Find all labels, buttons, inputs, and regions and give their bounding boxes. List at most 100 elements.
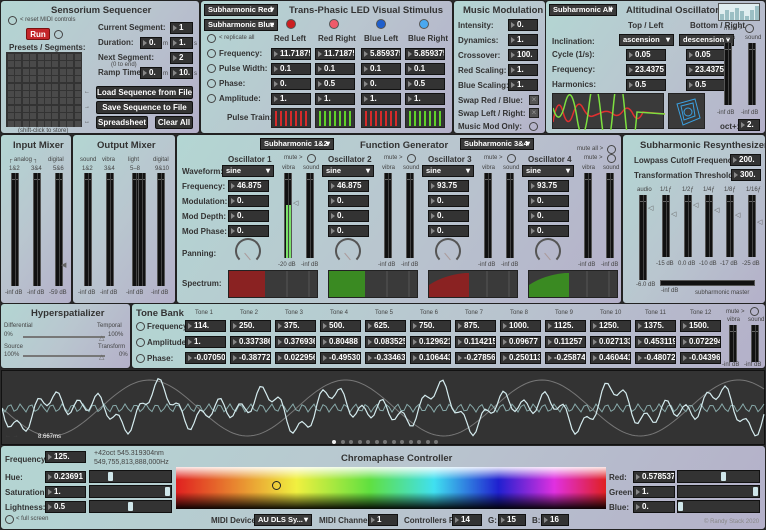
page-dot[interactable]	[383, 440, 387, 444]
tone-frequency-field[interactable]: 114.	[185, 320, 226, 332]
music-mod-field[interactable]: 1.	[508, 34, 538, 46]
waveform-dropdown[interactable]: sine	[322, 165, 374, 177]
preset-cell[interactable]	[15, 113, 22, 120]
save-sequence-button[interactable]: Save Sequence to File	[96, 101, 193, 114]
current-segment-field[interactable]: 1	[170, 22, 193, 34]
preset-cell[interactable]	[67, 76, 74, 83]
tone-frequency-field[interactable]: 250.	[230, 320, 271, 332]
tone-phase-field[interactable]: -0.480726	[635, 352, 676, 364]
panning-knob[interactable]	[435, 238, 461, 264]
swap-red-blue-checkbox[interactable]: ×	[529, 95, 539, 105]
preset-cell[interactable]	[37, 54, 44, 60]
preset-cell[interactable]	[22, 98, 29, 105]
preset-cell[interactable]	[45, 98, 51, 105]
preset-cell[interactable]	[52, 76, 59, 83]
preset-cell[interactable]	[22, 83, 29, 90]
tone-phase-field[interactable]: 0.460441	[590, 352, 631, 364]
tone-frequency-field[interactable]: 1500.	[680, 320, 721, 332]
preset-cell[interactable]	[59, 120, 66, 127]
led-value-field[interactable]: 0.1	[405, 63, 445, 75]
gain-slider-handle[interactable]: ◁	[648, 204, 653, 212]
preset-cell[interactable]	[67, 54, 74, 60]
preset-cell[interactable]	[8, 83, 14, 90]
tone-amplitude-field[interactable]: 0.337386	[230, 336, 271, 348]
gain-slider-handle[interactable]: △	[99, 334, 104, 342]
tone-amplitude-field[interactable]: 0.027133	[590, 336, 631, 348]
mod-phase-field[interactable]: 0.	[328, 225, 369, 237]
frequency-top-field[interactable]: 23.4375	[626, 64, 666, 76]
preset-cell[interactable]	[30, 105, 37, 112]
preset-cell[interactable]	[8, 54, 14, 60]
tone-amplitude-field[interactable]: 0.11257	[545, 336, 586, 348]
red-field[interactable]: 0.578537	[633, 471, 675, 483]
preset-cell[interactable]	[67, 68, 74, 75]
led-value-field[interactable]: 11.71875	[271, 48, 311, 60]
slider-thumb[interactable]	[165, 487, 170, 496]
saturation-slider[interactable]	[89, 485, 172, 498]
music-mod-field[interactable]: 100.	[508, 49, 538, 61]
mute-all-radio[interactable]	[607, 145, 616, 154]
preset-cell[interactable]	[8, 98, 14, 105]
page-dot[interactable]	[408, 440, 413, 444]
preset-cell[interactable]	[30, 91, 37, 97]
preset-cell[interactable]	[74, 91, 81, 97]
preset-cell[interactable]	[30, 120, 37, 127]
preset-cell[interactable]	[67, 105, 74, 112]
led-value-field[interactable]: 0.1	[361, 63, 401, 75]
preset-cell[interactable]	[22, 68, 29, 75]
preset-cell[interactable]	[52, 68, 59, 75]
frequency-field[interactable]: 93.75	[428, 180, 469, 192]
mod-phase-field[interactable]: 0.	[428, 225, 469, 237]
preset-cell[interactable]	[45, 113, 51, 120]
subharmonic-red-dropdown[interactable]: Subharmonic Red	[204, 4, 278, 16]
preset-cell[interactable]	[52, 83, 59, 90]
saturation-field[interactable]: 1.	[45, 486, 86, 498]
preset-cell[interactable]	[74, 120, 81, 127]
oscillator-mute-radio[interactable]	[307, 154, 316, 163]
tone-phase-field[interactable]: 0.106443	[410, 352, 451, 364]
panning-knob[interactable]	[535, 238, 561, 264]
preset-cell[interactable]	[45, 54, 51, 60]
preset-cell[interactable]	[37, 98, 44, 105]
cycle-top-field[interactable]: 0.05	[626, 49, 666, 61]
preset-cell[interactable]	[52, 91, 59, 97]
temporal-slider[interactable]: △	[23, 335, 105, 342]
preset-cell[interactable]	[22, 120, 29, 127]
mod-depth-field[interactable]: 0.	[328, 210, 369, 222]
preset-cell[interactable]	[15, 76, 22, 83]
gain-slider-handle[interactable]: ◀	[61, 261, 66, 269]
led-value-field[interactable]: 0.	[361, 78, 401, 90]
music-mod-field[interactable]: 1.	[508, 64, 538, 76]
preset-cell[interactable]	[59, 91, 66, 97]
controller-r-field[interactable]: 14	[452, 514, 482, 526]
modulation-field[interactable]: 0.	[528, 195, 569, 207]
preset-cell[interactable]	[37, 76, 44, 83]
tone-row-radio[interactable]	[136, 322, 145, 331]
page-dot[interactable]	[349, 440, 353, 444]
gain-slider-handle[interactable]: ◁	[671, 210, 676, 218]
tone-frequency-field[interactable]: 1000.	[500, 320, 541, 332]
tone-amplitude-field[interactable]: 0.114215	[455, 336, 496, 348]
preset-cell[interactable]	[30, 83, 37, 90]
frequency-bottom-field[interactable]: 23.4375	[686, 64, 726, 76]
preset-cell[interactable]	[15, 83, 22, 90]
preset-cell[interactable]	[67, 120, 74, 127]
duration-minutes-field[interactable]: 0.	[140, 37, 162, 49]
color-picker-marker[interactable]	[272, 481, 281, 490]
preset-cell[interactable]	[8, 113, 14, 120]
preset-cell[interactable]	[15, 54, 22, 60]
gain-slider-handle[interactable]: ◁	[757, 218, 762, 226]
preset-cell[interactable]	[37, 113, 44, 120]
music-mod-field[interactable]: 1.	[508, 79, 538, 91]
gain-slider-handle[interactable]: ◁	[735, 211, 740, 219]
preset-cell[interactable]	[45, 91, 51, 97]
preset-cell[interactable]	[30, 54, 37, 60]
oscillator-mute-radio[interactable]	[507, 154, 516, 163]
frequency-field[interactable]: 46.875	[228, 180, 269, 192]
preset-cell[interactable]	[67, 113, 74, 120]
harmonics-top-field[interactable]: 0.5	[626, 79, 666, 91]
preset-cell[interactable]	[8, 61, 14, 68]
tone-row-radio[interactable]	[136, 338, 145, 347]
preset-cell[interactable]	[67, 91, 74, 97]
spreadsheet-button[interactable]: Spreadsheet	[96, 116, 148, 129]
